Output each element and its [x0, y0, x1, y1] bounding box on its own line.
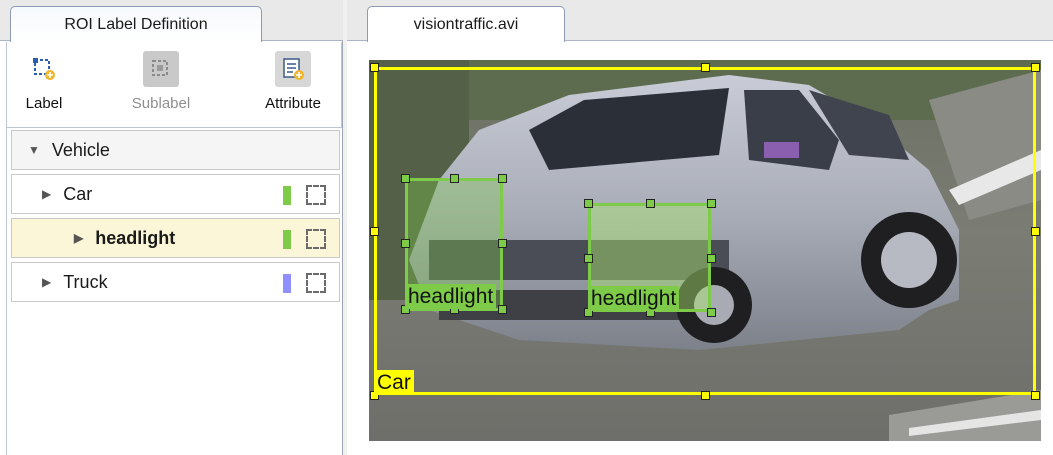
resize-handle[interactable]	[498, 174, 507, 183]
roi-label-definition-panel: ROI Label Definition Label Sublabel Attr…	[0, 0, 343, 455]
resize-handle[interactable]	[707, 254, 716, 263]
label-tree: ▼ Vehicle ▶ Car ▶ headlight ▶ Truck	[6, 128, 342, 455]
resize-handle[interactable]	[370, 63, 379, 72]
tree-item-car[interactable]: ▶ Car	[11, 174, 340, 214]
add-attribute-button[interactable]: Attribute	[258, 48, 328, 122]
color-swatch	[283, 274, 291, 293]
tree-item-headlight[interactable]: ▶ headlight	[11, 218, 340, 258]
right-tabstrip: visiontraffic.avi	[347, 0, 1053, 42]
tree-item-label: Truck	[63, 271, 108, 292]
video-frame[interactable]: Car headlight headlight	[369, 60, 1041, 441]
collapsed-chevron-icon[interactable]: ▶	[42, 275, 51, 289]
add-attribute-text: Attribute	[265, 95, 321, 112]
tree-item-label: headlight	[95, 227, 176, 248]
tree-item-truck[interactable]: ▶ Truck	[11, 262, 340, 302]
resize-handle[interactable]	[707, 199, 716, 208]
tree-item-label: Car	[63, 183, 93, 204]
resize-handle[interactable]	[401, 174, 410, 183]
collapsed-chevron-icon[interactable]: ▶	[74, 231, 83, 245]
add-label-button[interactable]: Label	[9, 48, 79, 122]
label-toolbar: Label Sublabel Attribute	[6, 42, 342, 128]
rectangle-roi-icon	[306, 185, 326, 205]
resize-handle[interactable]	[701, 391, 710, 400]
video-panel: visiontraffic.avi Car headlight headligh…	[347, 0, 1053, 455]
resize-handle[interactable]	[1031, 63, 1040, 72]
add-sublabel-button[interactable]: Sublabel	[126, 48, 196, 122]
resize-handle[interactable]	[370, 227, 379, 236]
tab-video[interactable]: visiontraffic.avi	[367, 6, 565, 42]
left-tabstrip: ROI Label Definition	[0, 0, 343, 42]
resize-handle[interactable]	[498, 239, 507, 248]
add-sublabel-icon	[143, 51, 179, 87]
roi-label-headlight: headlight	[588, 286, 680, 311]
roi-label-headlight: headlight	[405, 284, 497, 309]
resize-handle[interactable]	[498, 305, 507, 314]
tree-item-label: Vehicle	[51, 139, 110, 160]
rectangle-roi-icon	[306, 229, 326, 249]
add-label-icon	[26, 51, 62, 87]
color-swatch	[283, 186, 291, 205]
add-sublabel-text: Sublabel	[131, 95, 191, 112]
resize-handle[interactable]	[707, 308, 716, 317]
add-label-text: Label	[25, 95, 63, 112]
roi-label-car: Car	[374, 370, 414, 395]
resize-handle[interactable]	[450, 174, 459, 183]
collapsed-chevron-icon[interactable]: ▶	[42, 187, 51, 201]
resize-handle[interactable]	[1031, 227, 1040, 236]
color-swatch	[283, 230, 291, 249]
resize-handle[interactable]	[584, 199, 593, 208]
resize-handle[interactable]	[701, 63, 710, 72]
tab-roi-label-definition[interactable]: ROI Label Definition	[10, 6, 262, 42]
add-attribute-icon	[275, 51, 311, 87]
resize-handle[interactable]	[401, 239, 410, 248]
tree-item-vehicle[interactable]: ▼ Vehicle	[11, 130, 340, 170]
expanded-chevron-icon[interactable]: ▼	[28, 143, 40, 157]
resize-handle[interactable]	[584, 254, 593, 263]
resize-handle[interactable]	[646, 199, 655, 208]
rectangle-roi-icon	[306, 273, 326, 293]
resize-handle[interactable]	[1031, 391, 1040, 400]
